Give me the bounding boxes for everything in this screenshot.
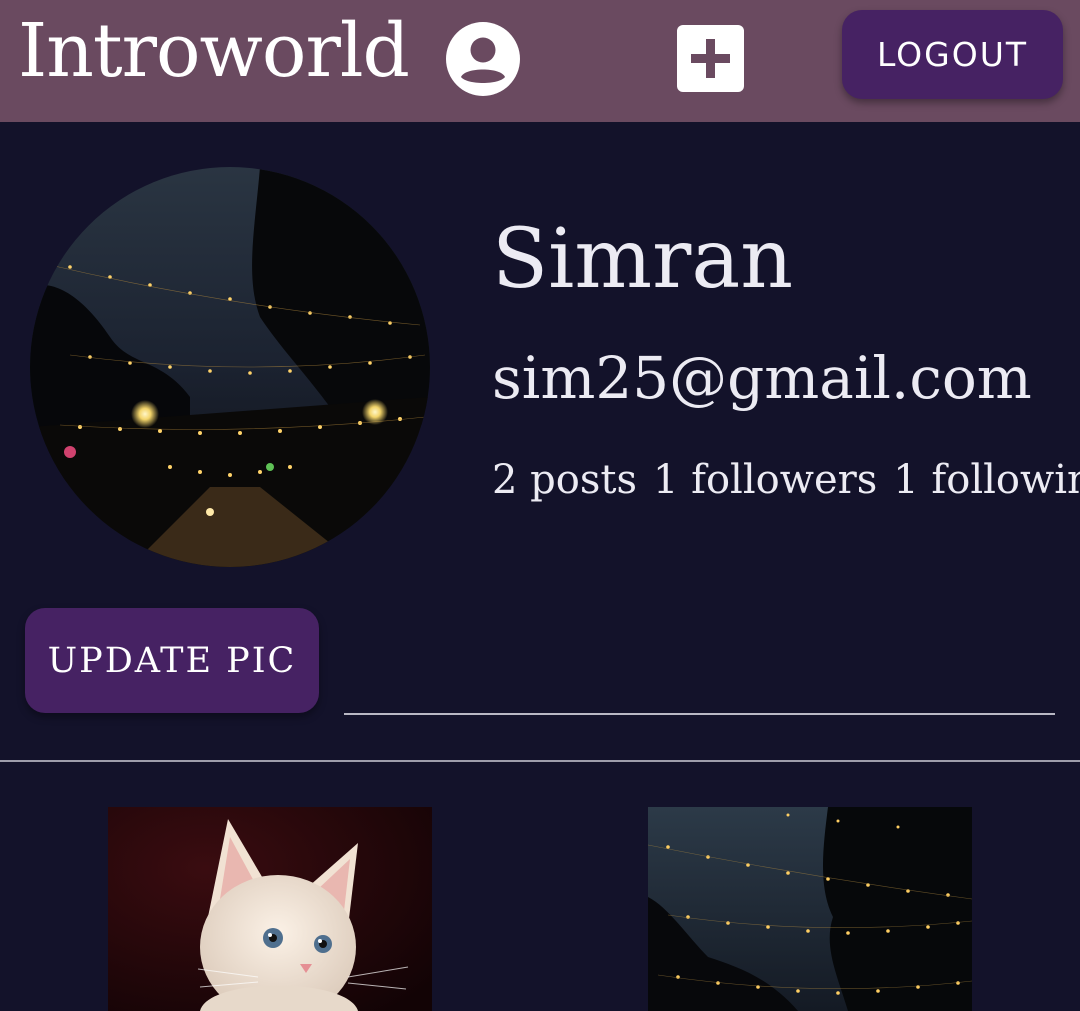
- logout-button[interactable]: LOGOUT: [842, 10, 1063, 99]
- posts-count: 2 posts: [492, 457, 637, 503]
- account-circle-icon[interactable]: [445, 21, 521, 97]
- section-divider: [0, 760, 1080, 762]
- profile-email: sim25@gmail.com: [492, 344, 1032, 412]
- file-path-input[interactable]: [344, 713, 1055, 715]
- profile-avatar: [30, 167, 430, 567]
- post-thumbnail-night-lights[interactable]: [648, 807, 972, 1011]
- top-app-bar: Introworld LOGOUT: [0, 0, 1080, 122]
- profile-stats: 2 posts 1 followers 1 following: [492, 452, 1080, 508]
- post-thumbnail-kitten[interactable]: [108, 807, 432, 1011]
- profile-name: Simran: [492, 212, 794, 307]
- brand-title[interactable]: Introworld: [18, 6, 410, 96]
- update-pic-button[interactable]: UPDATE PIC: [25, 608, 319, 713]
- following-count: 1 following: [893, 457, 1080, 503]
- profile-page: Introworld LOGOUT Simran sim25@gmail.com…: [0, 0, 1080, 1011]
- add-post-icon[interactable]: [677, 25, 744, 92]
- followers-count: 1 followers: [652, 457, 878, 503]
